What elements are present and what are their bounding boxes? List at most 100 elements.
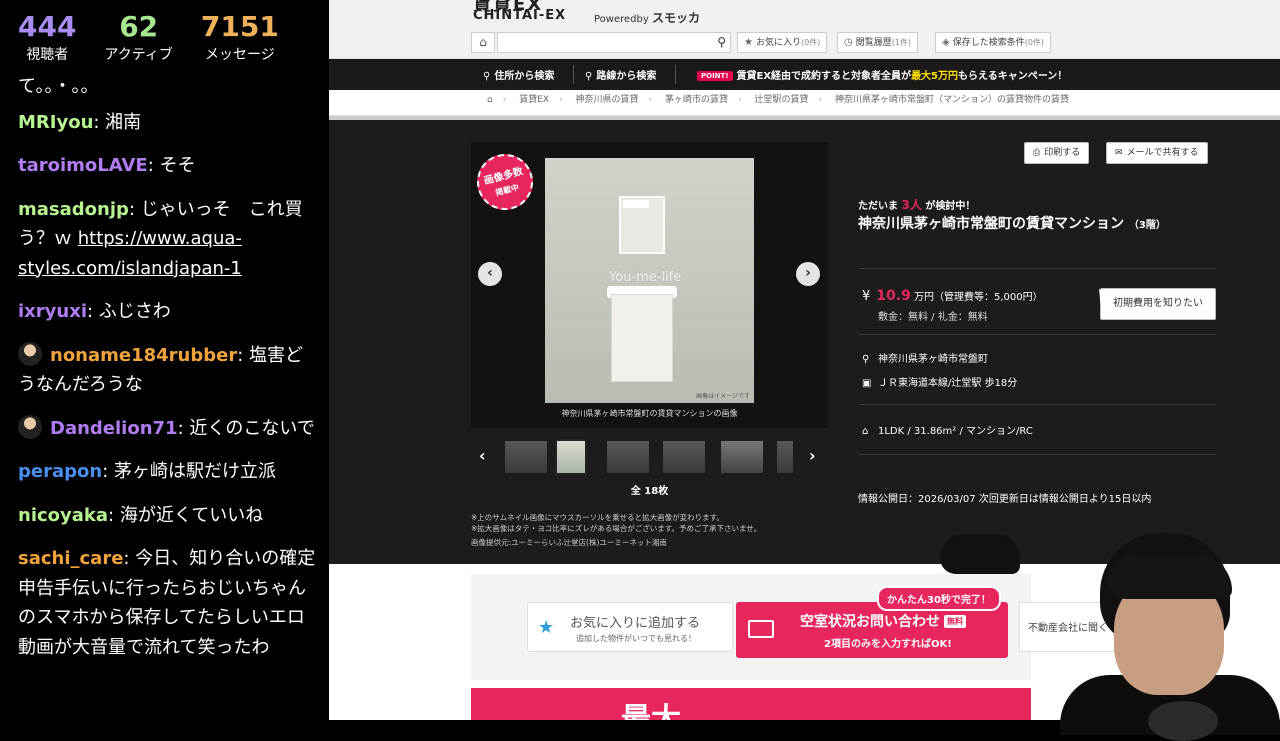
thumbnail[interactable] — [607, 441, 649, 473]
image-source: 画像提供元:ユーミーらいふ辻堂店(株)ユーミーネット湘南 — [471, 538, 667, 547]
inquiry-sublabel: 2項目のみを入力すればOK! — [824, 639, 952, 650]
viewer-label: 視聴者 — [26, 47, 69, 63]
star-icon: ★ — [744, 37, 753, 48]
message-count: 7151 — [200, 10, 279, 43]
breadcrumb-separator: › — [738, 95, 742, 105]
history-count: (1件) — [891, 38, 912, 47]
photo-note: 画像はイメージです — [696, 393, 750, 400]
search-icon[interactable]: ⚲ — [717, 35, 726, 49]
message-label: メッセージ — [205, 47, 275, 63]
photo-caption: 神奈川県茅ヶ崎市常盤町の賃貸マンションの画像 — [561, 409, 738, 418]
main-photo[interactable]: You-me-life 画像はイメージです — [545, 158, 754, 403]
history-label: 閲覧履歴 — [855, 38, 892, 48]
nav-divider — [573, 65, 574, 84]
property-title-text: 神奈川県茅ヶ崎市常盤町の賃貸マンション — [858, 216, 1124, 232]
chat-username[interactable]: nicoyaka — [18, 505, 108, 526]
thumbnail-active[interactable] — [555, 439, 587, 475]
viewing-now: ただいま 3人 が検討中！ — [858, 196, 975, 213]
campaign-link[interactable]: POINT! 賃貸EX経由で成約すると対象者全員が最大5万円もらえるキャンペーン！ — [697, 67, 1067, 82]
campaign-banner[interactable]: 最大 — [471, 688, 1031, 720]
add-favorite-button[interactable]: ★ お気に入りに追加する 追加した物件がいつでも見れる！ — [527, 602, 733, 652]
image-total: 全 18枚 — [630, 486, 669, 497]
rent-price: ¥10.9 万円（管理費等：5,000円） — [862, 288, 1043, 304]
station-row: ▣ ＪＲ東海道本線/辻堂駅 歩18分 — [862, 374, 1017, 389]
favorites-button[interactable]: ★ お気に入り(0件) — [737, 32, 828, 53]
house-icon: ⌂ — [862, 426, 869, 437]
chat-username[interactable]: ixryuxi — [18, 301, 87, 322]
breadcrumb: ⌂ › 賃貸EX › 神奈川県の賃貸 › 茅ヶ崎市の賃貸 › 辻堂駅の賃貸 › 神奈川県茅… — [329, 90, 1280, 116]
home-icon[interactable]: ⌂ — [487, 95, 493, 105]
breadcrumb-item[interactable]: 賃貸EX — [519, 95, 549, 105]
yen-icon: ¥ — [862, 289, 871, 304]
rent-value: 10.9 — [876, 288, 911, 304]
prev-image-button[interactable]: ‹ — [478, 262, 502, 286]
favorites-count: (0件) — [800, 38, 821, 47]
chat-text: : 湘南 — [93, 111, 142, 133]
breadcrumb-separator: › — [502, 95, 507, 105]
chat-message: nicoyaka: 海が近くていいね — [18, 501, 318, 531]
saved-search-button[interactable]: ◈ 保存した検索条件(0件) — [935, 32, 1052, 53]
gallery-note: ※上のサムネイル画像にマウスカーソルを乗せると拡大画像が変わります。 — [471, 513, 724, 522]
thumbnail[interactable] — [663, 441, 705, 473]
chat-username[interactable]: noname184rubber — [50, 345, 237, 366]
chat-username[interactable]: masadonjp — [18, 199, 129, 220]
viewer-count: 444 — [18, 10, 77, 43]
mail-share-button[interactable]: ✉ メールで共有する — [1106, 142, 1208, 164]
chat-message: MRIyou: 湘南 — [18, 108, 318, 138]
layout-row: ⌂ 1LDK / 31.86m² / マンション/RC — [862, 422, 1033, 437]
breadcrumb-item[interactable]: 神奈川県の賃貸 — [576, 95, 639, 105]
chat-username[interactable]: Dandelion71 — [50, 418, 178, 439]
message-stat: 7151 メッセージ — [201, 12, 279, 70]
add-favorite-sublabel: 追加した物件がいつでも見れる！ — [576, 634, 696, 643]
rent-unit: 万円（管理費等：5,000円） — [914, 292, 1043, 303]
image-gallery: You-me-life 画像はイメージです 画像多数 掲載中 ‹ › 神奈川県茅ヶ… — [470, 142, 828, 428]
inquiry-label: 空室状況お問い合わせ 無料 — [800, 611, 966, 631]
history-button[interactable]: ◷ 閲覧履歴(1件) — [837, 32, 919, 53]
divider — [858, 404, 1216, 405]
photo-light — [623, 200, 649, 208]
breadcrumb-separator: › — [559, 95, 563, 105]
station-text: ＪＲ東海道本線/辻堂駅 歩18分 — [878, 378, 1018, 389]
site-logo-en[interactable]: CHINTAI-EX — [473, 8, 566, 23]
chat-message: て。。・。。 — [18, 72, 318, 102]
chat-username[interactable]: MRIyou — [18, 112, 93, 133]
search-box: ⚲ — [497, 32, 731, 53]
search-icon: ⚲ — [585, 71, 593, 82]
thumbnail[interactable] — [721, 441, 763, 473]
breadcrumb-separator: › — [818, 95, 823, 105]
home-button[interactable]: ⌂ — [471, 32, 495, 53]
add-favorite-label: お気に入りに追加する — [570, 616, 701, 631]
chevron-right-icon: › — [809, 446, 816, 465]
divider — [858, 268, 1216, 269]
chat-username[interactable]: perapon — [18, 461, 102, 482]
looking-text-b: が検討中！ — [925, 201, 976, 212]
next-image-button[interactable]: › — [796, 262, 820, 286]
breadcrumb-item[interactable]: 辻堂駅の賃貸 — [755, 95, 809, 105]
mail-share-label: メールで共有する — [1126, 148, 1199, 158]
initial-cost-button[interactable]: 初期費用を知りたい — [1100, 288, 1216, 320]
active-count: 62 — [119, 10, 159, 43]
thumbnail[interactable] — [505, 441, 547, 473]
inquiry-text: 空室状況お問い合わせ — [800, 614, 940, 630]
looking-count: 3人 — [901, 198, 922, 212]
chat-message: taroimoLAVE: そそ — [18, 151, 318, 181]
microphone — [1148, 701, 1218, 741]
breadcrumb-separator: › — [648, 95, 653, 105]
search-by-address[interactable]: ⚲ 住所から検索 — [483, 67, 554, 82]
campaign-highlight: 最大5万円 — [911, 71, 959, 82]
search-by-line[interactable]: ⚲ 路線から検索 — [585, 67, 656, 82]
chat-message: noname184rubber: 塩害どうなんだろうな — [18, 341, 318, 400]
search-input[interactable] — [498, 33, 706, 52]
print-button[interactable]: ⎙ 印刷する — [1024, 142, 1090, 164]
chat-message: ixryuxi: ふじさわ — [18, 297, 318, 327]
address-search-label: 住所から検索 — [494, 71, 555, 82]
chat-username[interactable]: sachi_care — [18, 548, 123, 569]
thumb-prev-button[interactable]: ‹ — [479, 446, 486, 465]
chat-username[interactable]: taroimoLAVE — [18, 155, 148, 176]
breadcrumb-item[interactable]: 茅ヶ崎市の賃貸 — [665, 95, 728, 105]
streamer-bangs — [1108, 555, 1232, 599]
thumbnail[interactable] — [777, 441, 793, 473]
campaign-text-b: もらえるキャンペーン！ — [958, 71, 1068, 82]
thumb-next-button[interactable]: › — [809, 446, 816, 465]
quick-complete-bubble: かんたん30秒で完了！ — [877, 586, 1001, 611]
